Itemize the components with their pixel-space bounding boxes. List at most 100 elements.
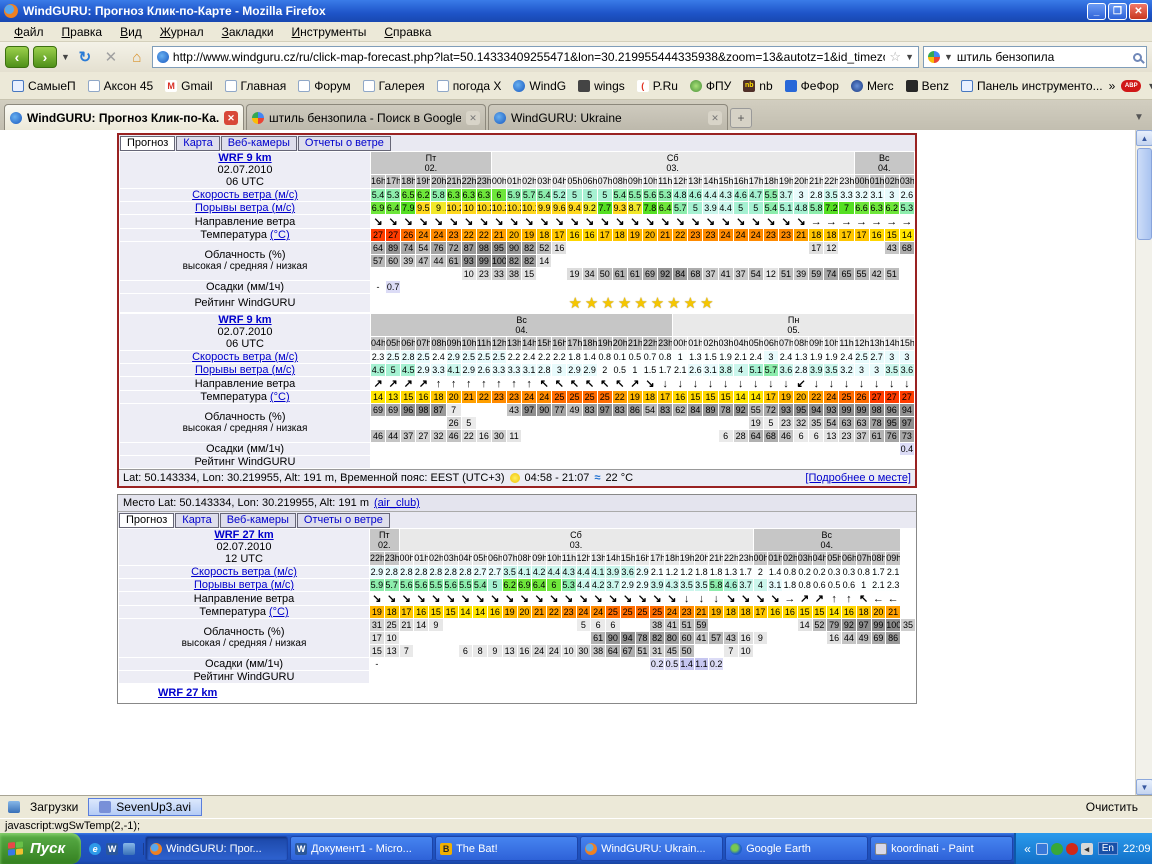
back-button[interactable]: ‹ [5, 46, 29, 68]
menu-item-Вид[interactable]: Вид [112, 23, 150, 41]
taskbar-button[interactable]: WДокумент1 - Micro... [290, 836, 433, 861]
bookmark-item[interactable]: СамыеП [6, 76, 82, 96]
wrf27-model-link[interactable]: WRF 27 km [158, 687, 217, 699]
site-tab-Отчеты о ветре[interactable]: Отчеты о ветре [297, 513, 390, 528]
site-tab-Отчеты о ветре[interactable]: Отчеты о ветре [298, 136, 391, 151]
site-tab-Прогноз[interactable]: Прогноз [119, 513, 174, 528]
tab-close-icon[interactable]: ✕ [224, 111, 238, 125]
red-icon[interactable] [1066, 843, 1078, 855]
menu-item-Файл[interactable]: Файл [6, 23, 52, 41]
language-indicator[interactable]: En [1098, 842, 1118, 855]
search-icon[interactable] [1133, 53, 1142, 62]
bookmark-item[interactable]: MGmail [159, 76, 218, 96]
spot-details-link[interactable]: [Подробнее о месте] [805, 472, 911, 484]
vertical-scrollbar[interactable]: ▲ ▼ [1135, 130, 1152, 795]
clear-downloads-button[interactable]: Очистить [1080, 799, 1144, 815]
word-icon[interactable]: W [106, 843, 118, 855]
wind-speed-link[interactable]: Скорость ветра (м/с) [192, 351, 298, 363]
taskbar-button[interactable]: WindGURU: Ukrain... [580, 836, 723, 861]
bookmark-item[interactable]: (P.Ru [631, 76, 684, 96]
temperature-unit-link[interactable]: (°C) [269, 606, 289, 618]
new-tab-button[interactable]: + [730, 108, 752, 128]
wind-speed-link[interactable]: Скорость ветра (м/с) [191, 566, 297, 578]
site-tab-Карта[interactable]: Карта [175, 513, 218, 528]
bookmarks-overflow-chevron[interactable]: » [1109, 79, 1116, 93]
bookmark-star-icon[interactable]: ☆ [889, 49, 901, 65]
tab-close-icon[interactable]: ✕ [708, 111, 722, 125]
wind-gusts-link[interactable]: Порывы ветра (м/с) [194, 579, 294, 591]
site-tab-Веб-камеры[interactable]: Веб-камеры [220, 513, 296, 528]
bookmark-item[interactable]: ФеФор [779, 76, 845, 96]
temperature-unit-link[interactable]: (°C) [270, 229, 290, 241]
ie-icon[interactable]: e [89, 843, 101, 855]
scrollbar-thumb[interactable] [1137, 148, 1152, 240]
model-link[interactable]: WRF 9 km [218, 152, 271, 164]
wind-gusts-link[interactable]: Порывы ветра (м/с) [195, 202, 295, 214]
site-tab-Прогноз[interactable]: Прогноз [120, 136, 175, 151]
close-button[interactable]: ✕ [1129, 3, 1148, 20]
model-link[interactable]: WRF 9 km [218, 314, 271, 326]
volume-icon[interactable]: ◂ [1081, 843, 1093, 855]
url-bar[interactable]: http://www.windguru.cz/ru/click-map-fore… [152, 46, 919, 68]
browser-tab[interactable]: штиль бензопила - Поиск в Google✕ [246, 104, 486, 130]
home-button[interactable]: ⌂ [126, 46, 148, 68]
model-link[interactable]: WRF 27 km [214, 529, 273, 541]
url-dropdown-icon[interactable]: ▼ [905, 52, 914, 62]
cloudcover-subtitle: высокая / средняя / низкая [119, 638, 369, 650]
wind-gusts-link[interactable]: Порывы ветра (м/с) [195, 364, 295, 376]
bookmarks-dropdown-icon[interactable]: ▼ [1147, 81, 1152, 91]
menu-item-Правка[interactable]: Правка [54, 23, 111, 41]
temperature-unit-link[interactable]: (°C) [270, 391, 290, 403]
site-tab-Карта[interactable]: Карта [176, 136, 219, 151]
bookmark-item[interactable]: погода X [431, 76, 508, 96]
taskbar-button[interactable]: WindGURU: Прог... [145, 836, 288, 861]
browser-tab[interactable]: WindGURU: Прогноз Клик-по-Ка...✕ [4, 104, 244, 130]
url-text[interactable]: http://www.windguru.cz/ru/click-map-fore… [173, 50, 886, 64]
restore-button[interactable]: ❐ [1108, 3, 1127, 20]
bookmark-item[interactable]: Аксон 45 [82, 76, 160, 96]
bookmark-item[interactable]: nbnb [737, 76, 778, 96]
history-dropdown-icon[interactable]: ▼ [61, 52, 70, 62]
menu-item-Журнал[interactable]: Журнал [152, 23, 212, 41]
taskbar-button[interactable]: Google Earth [725, 836, 868, 861]
bookmark-item[interactable]: wings [572, 76, 631, 96]
bookmark-item[interactable]: Форум [292, 76, 356, 96]
shield-icon[interactable] [1051, 843, 1063, 855]
bookmark-item[interactable]: WindG [507, 76, 572, 96]
start-button[interactable]: Пуск [0, 833, 81, 864]
menu-item-Справка[interactable]: Справка [376, 23, 439, 41]
taskbar-button[interactable]: koordinati - Paint [870, 836, 1013, 861]
reload-button[interactable]: ↻ [74, 46, 96, 68]
tab-close-icon[interactable]: ✕ [466, 111, 480, 125]
air-club-link[interactable]: (air_club) [374, 497, 420, 509]
download-file-name[interactable]: SevenUp3.avi [116, 800, 191, 814]
bookmark-item[interactable]: Главная [219, 76, 293, 96]
tray-expand-icon[interactable]: « [1024, 842, 1031, 856]
download-item[interactable]: SevenUp3.avi [88, 798, 202, 816]
tab-list-dropdown-icon[interactable]: ▼ [1130, 108, 1148, 128]
wind-speed-link[interactable]: Скорость ветра (м/с) [192, 189, 298, 201]
menu-item-Инструменты[interactable]: Инструменты [284, 23, 375, 41]
bookmark-item[interactable]: Панель инструменто... [955, 76, 1109, 96]
search-input[interactable]: штиль бензопила [957, 50, 1054, 64]
forward-button[interactable]: › [33, 46, 57, 68]
site-tab-Веб-камеры[interactable]: Веб-камеры [221, 136, 297, 151]
value-cell: 2.7 [488, 566, 502, 578]
bookmark-item[interactable]: Галерея [357, 76, 431, 96]
menu-item-Закладки[interactable]: Закладки [214, 23, 282, 41]
scroll-up-arrow[interactable]: ▲ [1136, 130, 1152, 146]
desktop-icon[interactable] [123, 843, 135, 855]
value-cell: 28 [734, 430, 748, 442]
value-cell: 64 [749, 430, 763, 442]
browser-tab[interactable]: WindGURU: Ukraine✕ [488, 104, 728, 130]
minimize-button[interactable]: _ [1087, 3, 1106, 20]
bookmark-item[interactable]: Benz [900, 76, 955, 96]
search-engine-dropdown-icon[interactable]: ▼ [944, 52, 953, 62]
bookmark-item[interactable]: ФПУ [684, 76, 737, 96]
bookmark-item[interactable]: Merc [845, 76, 900, 96]
scroll-down-arrow[interactable]: ▼ [1136, 779, 1152, 795]
taskbar-button[interactable]: BThe Bat! [435, 836, 578, 861]
monitor-icon[interactable] [1036, 843, 1048, 855]
stop-button[interactable]: ✕ [100, 46, 122, 68]
search-bar[interactable]: ▼ штиль бензопила [923, 46, 1147, 68]
